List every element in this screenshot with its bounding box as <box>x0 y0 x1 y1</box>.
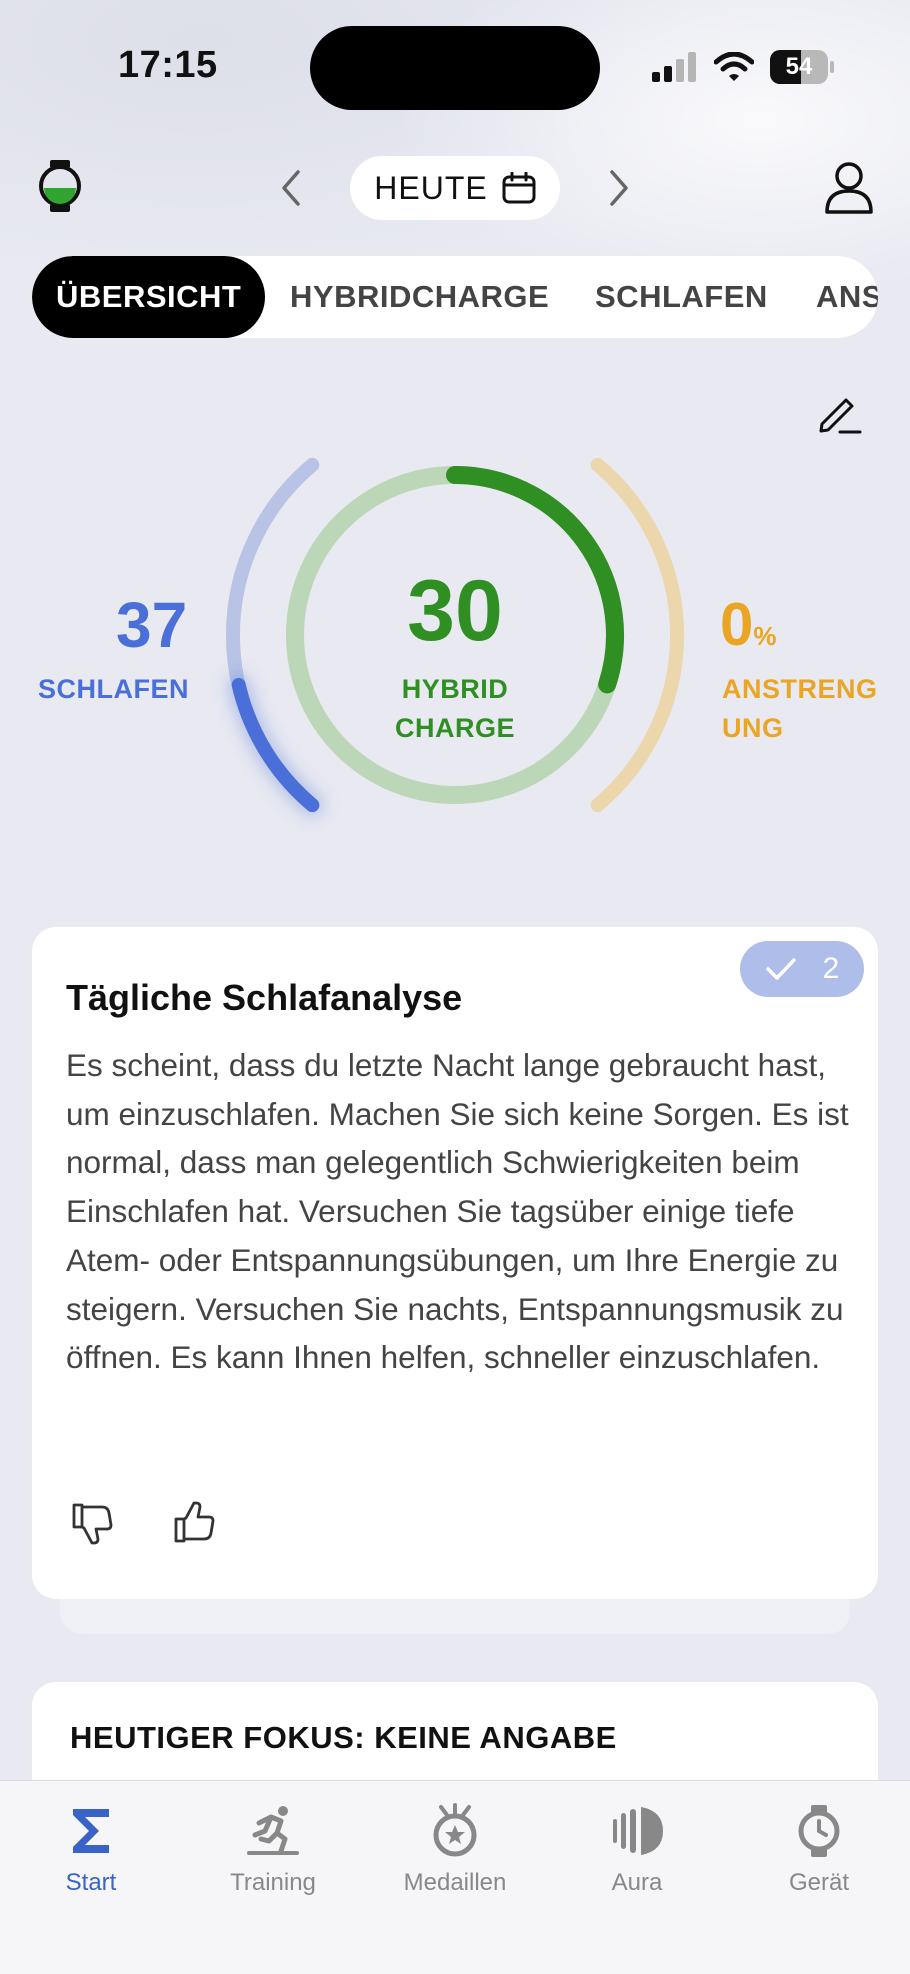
exertion-label-line1: ANSTRENG <box>722 674 878 704</box>
nav-training[interactable]: Training <box>182 1803 364 1897</box>
status-time: 17:15 <box>118 44 218 86</box>
badge-count: 2 <box>822 952 840 985</box>
card-title: Tägliche Schlafanalyse <box>66 977 463 1018</box>
exertion-unit: % <box>753 621 777 651</box>
score-rings: 37 SCHLAFEN 30 HYBRID CHARGE 0% ANSTRENG… <box>0 440 910 840</box>
battery-icon: 54 <box>770 50 834 84</box>
nav-device[interactable]: Gerät <box>728 1803 910 1897</box>
date-selector[interactable]: HEUTE <box>350 156 560 220</box>
tab-bar: ÜBERSICHT HYBRIDCHARGE SCHLAFEN ANS <box>32 256 878 338</box>
nav-label: Medaillen <box>403 1869 507 1896</box>
edit-pencil-icon[interactable] <box>816 390 862 436</box>
thumbs-up-icon[interactable] <box>170 1499 218 1547</box>
status-bar: 17:15 54 <box>0 0 910 130</box>
cellular-signal-icon <box>652 52 696 82</box>
chevron-right-icon[interactable] <box>604 168 634 208</box>
watch-icon <box>798 1805 840 1857</box>
nav-start[interactable]: Start <box>0 1803 182 1897</box>
medal-icon <box>433 1803 477 1857</box>
thumbs-down-icon[interactable] <box>68 1499 116 1547</box>
dynamic-island <box>310 26 600 110</box>
nav-label: Gerät <box>788 1869 850 1896</box>
focus-card-title: HEUTIGER FOKUS: KEINE ANGABE <box>70 1720 617 1755</box>
tab-overview[interactable]: ÜBERSICHT <box>32 256 266 338</box>
aura-icon <box>613 1807 663 1855</box>
exertion-label-line2: UNG <box>722 713 784 743</box>
nav-label: Start <box>65 1869 117 1896</box>
nav-aura[interactable]: Aura <box>546 1803 728 1897</box>
checkmark-icon <box>765 958 796 980</box>
nav-label: Aura <box>611 1869 663 1896</box>
tab-hybridcharge[interactable]: HYBRIDCHARGE <box>290 256 549 338</box>
nav-label: Training <box>230 1869 316 1896</box>
bottom-nav: Start Training Medaillen Aura Gerät <box>0 1780 910 1974</box>
wifi-icon <box>714 52 754 81</box>
card-body-text: Es scheint, dass du letzte Nacht lange g… <box>66 1047 849 1376</box>
tab-exertion[interactable]: ANS <box>816 256 878 338</box>
completed-badge[interactable]: 2 <box>740 941 864 997</box>
battery-percent: 54 <box>785 53 813 80</box>
runner-icon <box>247 1806 299 1855</box>
sleep-analysis-card[interactable]: 2 Tägliche Schlafanalyse Es scheint, das… <box>32 927 878 1599</box>
exertion-score-group: 0% <box>720 590 777 659</box>
date-label: HEUTE <box>374 169 488 206</box>
profile-icon[interactable] <box>822 160 876 214</box>
exertion-score: 0 <box>720 591 754 658</box>
nav-medals[interactable]: Medaillen <box>364 1803 546 1897</box>
chevron-left-icon[interactable] <box>276 168 306 208</box>
calendar-icon <box>502 172 536 204</box>
sigma-icon <box>73 1809 109 1853</box>
tab-sleep[interactable]: SCHLAFEN <box>595 256 768 338</box>
watch-status-icon[interactable] <box>36 160 84 212</box>
